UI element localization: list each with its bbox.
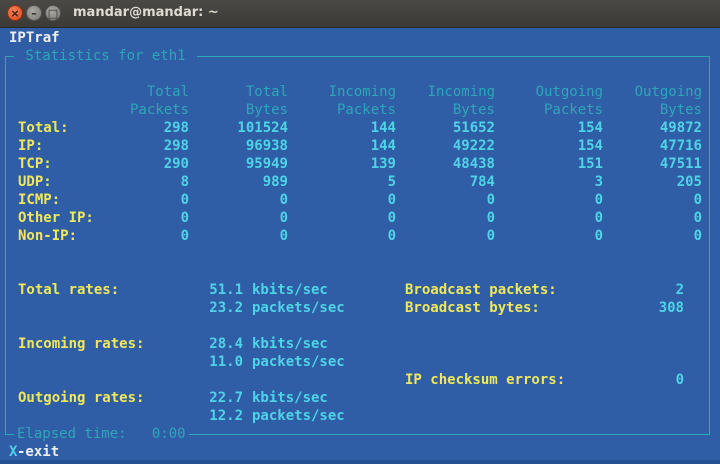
- cell: 154: [577, 120, 603, 136]
- status-strip: [0, 460, 720, 464]
- cell: 0: [693, 192, 702, 208]
- cell: 0: [486, 192, 495, 208]
- cell: 0: [279, 192, 288, 208]
- row-label: IP:: [18, 138, 44, 154]
- total-kbits-value: 51.1: [209, 282, 243, 298]
- cell: 95949: [245, 156, 288, 172]
- incoming-kbits-value: 28.4: [209, 336, 243, 352]
- packets-unit: packets/sec: [252, 300, 345, 316]
- cell: 0: [180, 192, 189, 208]
- kbits-unit: kbits/sec: [252, 336, 328, 352]
- outgoing-kbits-value: 22.7: [209, 390, 243, 406]
- cell: 205: [676, 174, 702, 190]
- row-label: ICMP:: [18, 192, 61, 208]
- checksum-errors-value: 0: [675, 372, 684, 388]
- kbits-unit: kbits/sec: [252, 282, 328, 298]
- header-outgoing-bytes-2: Bytes: [659, 102, 702, 118]
- row-label: UDP:: [18, 174, 52, 190]
- cell: 0: [387, 228, 396, 244]
- cell: 8: [180, 174, 189, 190]
- cell: 0: [387, 192, 396, 208]
- cell: 989: [262, 174, 288, 190]
- header-incoming-packets-1: Incoming: [328, 84, 396, 100]
- total-packets-value: 23.2: [209, 300, 243, 316]
- cell: 0: [180, 228, 189, 244]
- broadcast-packets-value: 2: [675, 282, 684, 298]
- outgoing-packets-value: 12.2: [209, 408, 243, 424]
- elapsed-time: Elapsed time: 0:00: [14, 425, 189, 443]
- minimize-icon[interactable]: –: [26, 5, 42, 21]
- cell: 47716: [659, 138, 702, 154]
- header-incoming-bytes-1: Incoming: [427, 84, 495, 100]
- broadcast-bytes-value: 308: [658, 300, 684, 316]
- panel-title: Statistics for eth1: [14, 47, 198, 65]
- row-label: Other IP:: [18, 210, 94, 226]
- cell: 139: [370, 156, 396, 172]
- broadcast-packets-label: Broadcast packets:: [405, 282, 557, 298]
- cell: 49222: [452, 138, 495, 154]
- cell: 48438: [452, 156, 495, 172]
- cell: 144: [370, 138, 396, 154]
- cell: 0: [594, 228, 603, 244]
- row-label: Non-IP:: [18, 228, 78, 244]
- header-total-packets-1: Total: [146, 84, 189, 100]
- app-name: IPTraf: [9, 30, 60, 46]
- row-label: Total:: [18, 120, 69, 136]
- cell: 47511: [659, 156, 702, 172]
- incoming-rates-label: Incoming rates:: [18, 336, 145, 352]
- cell: 0: [180, 210, 189, 226]
- header-incoming-packets-2: Packets: [336, 102, 396, 118]
- kbits-unit: kbits/sec: [252, 390, 328, 406]
- cell: 0: [486, 210, 495, 226]
- window-title: mandar@mandar: ~: [73, 5, 219, 20]
- cell: 51652: [452, 120, 495, 136]
- packets-unit: packets/sec: [252, 408, 345, 424]
- exit-label: -exit: [17, 444, 60, 460]
- terminal-window: × – □ mandar@mandar: ~ IPTraf Statistics…: [0, 0, 720, 464]
- cell: 0: [387, 210, 396, 226]
- cell: 151: [577, 156, 603, 172]
- cell: 0: [693, 228, 702, 244]
- cell: 0: [693, 210, 702, 226]
- incoming-packets-value: 11.0: [209, 354, 243, 370]
- terminal-screen[interactable]: IPTraf Statistics for eth1 Total Packets…: [0, 28, 720, 464]
- header-incoming-bytes-2: Bytes: [452, 102, 495, 118]
- row-label: TCP:: [18, 156, 52, 172]
- cell: 144: [370, 120, 396, 136]
- cell: 96938: [245, 138, 288, 154]
- cell: 784: [469, 174, 495, 190]
- header-outgoing-packets-1: Outgoing: [535, 84, 603, 100]
- cell: 0: [486, 228, 495, 244]
- cell: 298: [163, 120, 189, 136]
- header-outgoing-bytes-1: Outgoing: [634, 84, 702, 100]
- header-total-bytes-2: Bytes: [245, 102, 288, 118]
- cell: 298: [163, 138, 189, 154]
- cell: 0: [279, 210, 288, 226]
- cell: 101524: [237, 120, 288, 136]
- header-outgoing-packets-2: Packets: [543, 102, 603, 118]
- broadcast-bytes-label: Broadcast bytes:: [405, 300, 540, 316]
- cell: 49872: [659, 120, 702, 136]
- checksum-errors-label: IP checksum errors:: [405, 372, 566, 388]
- packets-unit: packets/sec: [252, 354, 345, 370]
- cell: 154: [577, 138, 603, 154]
- maximize-icon[interactable]: □: [45, 5, 61, 21]
- total-rates-label: Total rates:: [18, 282, 120, 298]
- cell: 0: [279, 228, 288, 244]
- cell: 290: [163, 156, 189, 172]
- cell: 0: [594, 210, 603, 226]
- title-bar[interactable]: × – □ mandar@mandar: ~: [0, 0, 720, 28]
- header-total-bytes-1: Total: [245, 84, 288, 100]
- header-total-packets-2: Packets: [129, 102, 189, 118]
- outgoing-rates-label: Outgoing rates:: [18, 390, 145, 406]
- cell: 0: [594, 192, 603, 208]
- cell: 3: [594, 174, 603, 190]
- cell: 5: [387, 174, 396, 190]
- close-icon[interactable]: ×: [7, 5, 23, 21]
